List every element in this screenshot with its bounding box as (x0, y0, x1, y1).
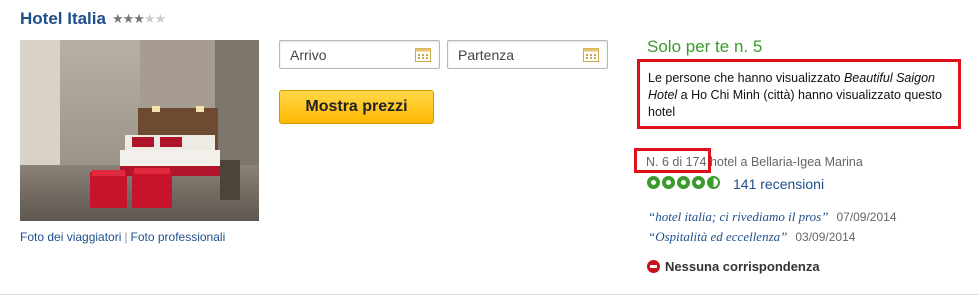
traveler-photos-link[interactable]: Foto dei viaggiatori (20, 230, 121, 244)
review-quote: “Ospitalità ed eccellenza” 03/09/2014 (648, 229, 855, 245)
professional-photos-link[interactable]: Foto professionali (131, 230, 226, 244)
bubble-full-icon (662, 176, 675, 189)
bubble-full-icon (647, 176, 660, 189)
recommendation-text-box: Le persone che hanno visualizzato Beauti… (637, 59, 961, 129)
recommendation-text-start: Le persone che hanno visualizzato (648, 71, 844, 85)
availability-status: Nessuna corrispondenza (647, 259, 820, 274)
star-filled-icon: ★ (122, 11, 135, 26)
star-filled-icon: ★ (111, 11, 124, 26)
availability-text: Nessuna corrispondenza (665, 259, 820, 274)
rank-value: N. 6 di 174 (646, 155, 707, 169)
reviews-link[interactable]: 141 recensioni (733, 176, 824, 192)
recommendation-heading: Solo per te n. 5 (647, 37, 763, 56)
ranking-line: N. 6 di 174 hotel a Bellaria-Igea Marina (646, 155, 863, 169)
hotel-photo[interactable] (20, 40, 259, 221)
review-date: 03/09/2014 (795, 230, 856, 244)
link-separator: | (124, 230, 128, 244)
review-date: 07/09/2014 (836, 210, 897, 224)
photo-links: Foto dei viaggiatori | Foto professionali (20, 230, 225, 244)
calendar-icon[interactable] (583, 47, 599, 62)
hotel-name-link[interactable]: Hotel Italia (20, 9, 106, 29)
bubble-full-icon (692, 176, 705, 189)
review-quote: “hotel italia; ci rivediamo il pros” 07/0… (648, 209, 897, 225)
review-quote-link[interactable]: “hotel italia; ci rivediamo il pros” (648, 209, 828, 224)
rank-context: hotel a Bellaria-Igea Marina (706, 155, 863, 169)
star-empty-icon: ★ (154, 11, 167, 26)
bubble-half-icon (707, 176, 720, 189)
show-prices-button[interactable]: Mostra prezzi (279, 90, 434, 124)
recommendation-text-end: a Ho Chi Minh (città) hanno visualizzato… (648, 88, 942, 119)
divider (0, 294, 979, 295)
bubble-rating (647, 176, 722, 189)
review-quote-link[interactable]: “Ospitalità ed eccellenza” (648, 229, 787, 244)
star-rating: ★★★★★ (111, 11, 167, 27)
calendar-icon[interactable] (415, 47, 431, 62)
no-entry-icon (647, 260, 660, 273)
hotel-room-image (20, 40, 259, 221)
bubble-full-icon (677, 176, 690, 189)
star-empty-icon: ★ (143, 11, 156, 26)
hotel-title-row: Hotel Italia ★★★★★ (20, 9, 167, 29)
star-filled-icon: ★ (133, 11, 145, 26)
